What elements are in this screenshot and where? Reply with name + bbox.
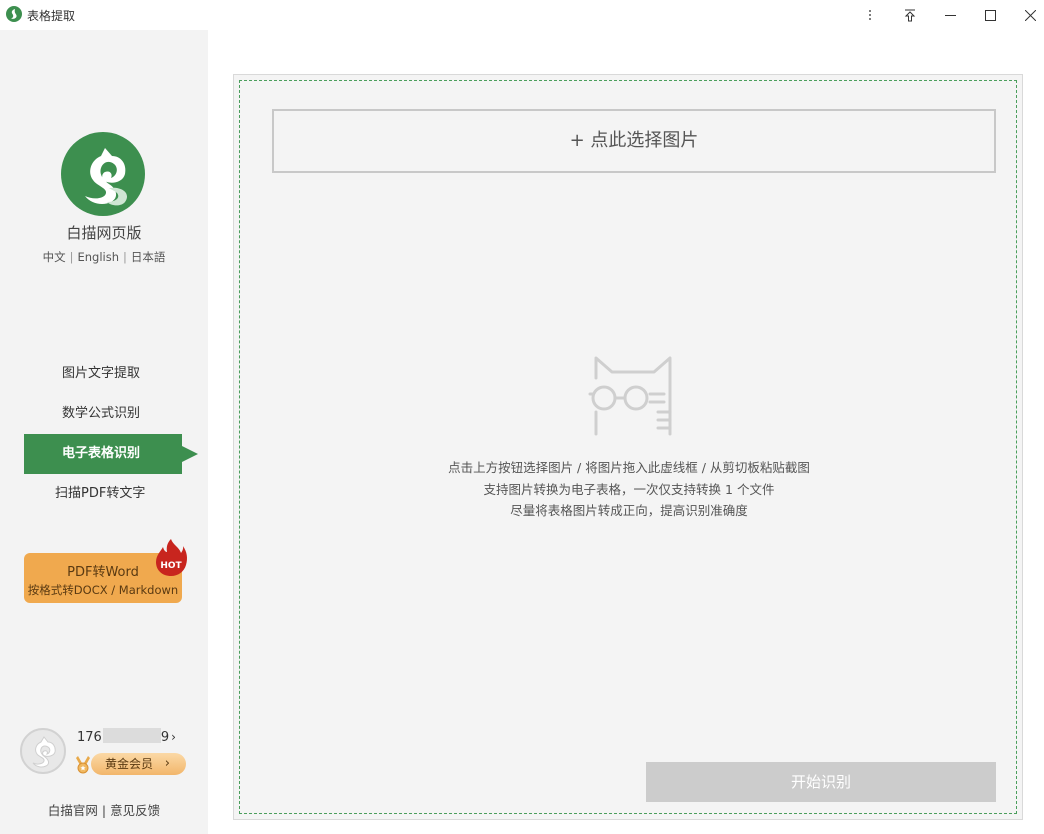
chevron-right-icon: › (171, 730, 176, 744)
phone-suffix: 9 (160, 730, 170, 745)
lang-english[interactable]: English (77, 250, 119, 264)
minimize-icon[interactable] (930, 0, 970, 30)
start-recognition-button[interactable]: 开始识别 (646, 762, 996, 802)
more-icon[interactable] (850, 0, 890, 30)
select-image-button[interactable]: + 点此选择图片 (272, 109, 996, 173)
hint-line-1: 点击上方按钮选择图片 / 将图片拖入此虚线框 / 从剪切板粘贴截图 (448, 460, 810, 475)
footer-links: 白描官网 | 意见反馈 (0, 800, 208, 819)
sidebar-item-image-text[interactable]: 图片文字提取 (24, 354, 198, 394)
drop-zone[interactable]: + 点此选择图片 点击上方按钮选择图片 / 将图片拖入此虚线框 / 从剪切板粘贴… (239, 80, 1017, 814)
language-switcher: 中文 | English | 日本語 (0, 249, 208, 265)
close-icon[interactable] (1010, 0, 1044, 30)
pin-icon[interactable] (890, 0, 930, 30)
brand-logo-icon (61, 132, 145, 216)
sidebar-item-table-recognition[interactable]: 电子表格识别 (24, 434, 198, 474)
feedback-link[interactable]: 意见反馈 (110, 803, 160, 818)
brand-name: 白描网页版 (66, 224, 142, 242)
window-title: 表格提取 (27, 9, 76, 23)
phone-redacted-mask (102, 728, 161, 743)
maximize-icon[interactable] (970, 0, 1010, 30)
lang-chinese[interactable]: 中文 (43, 250, 66, 264)
membership-medal-icon (75, 756, 91, 774)
chevron-right-icon: › (164, 756, 170, 771)
avatar[interactable] (20, 728, 66, 774)
footer-separator: | (101, 803, 107, 818)
lang-separator: | (69, 250, 74, 264)
hint-line-2: 支持图片转换为电子表格，一次仅支持转换 1 个文件 (483, 482, 775, 497)
title-bar: 表格提取 (0, 0, 1044, 30)
membership-label: 黄金会员 (105, 757, 154, 771)
sidebar-item-math-formula[interactable]: 数学公式识别 (24, 394, 198, 434)
hint-line-3: 尽量将表格图片转成正向，提高识别准确度 (510, 503, 748, 518)
lang-japanese[interactable]: 日本語 (131, 250, 166, 264)
hot-badge-icon: HOT (154, 538, 188, 578)
app-logo-icon (6, 6, 22, 22)
gold-membership-button[interactable]: 黄金会员 › (91, 753, 186, 775)
phone-prefix: 176 (77, 730, 102, 745)
user-phone[interactable]: 176 9 › (77, 728, 176, 745)
promo-subtitle: 按格式转DOCX / Markdown (27, 583, 179, 597)
sidebar: 白描网页版 中文 | English | 日本語 图片文字提取 数学公式识别 电子表格识… (0, 30, 208, 834)
main-panel: + 点此选择图片 点击上方按钮选择图片 / 将图片拖入此虚线框 / 从剪切板粘贴… (233, 74, 1023, 820)
hot-badge-label: HOT (160, 561, 182, 571)
cat-glasses-illustration-icon (586, 354, 678, 438)
lang-separator: | (123, 250, 127, 264)
official-site-link[interactable]: 白描官网 (48, 803, 98, 818)
sidebar-nav: 图片文字提取 数学公式识别 电子表格识别 扫描PDF转文字 (24, 354, 198, 514)
sidebar-item-scan-pdf[interactable]: 扫描PDF转文字 (24, 474, 198, 514)
